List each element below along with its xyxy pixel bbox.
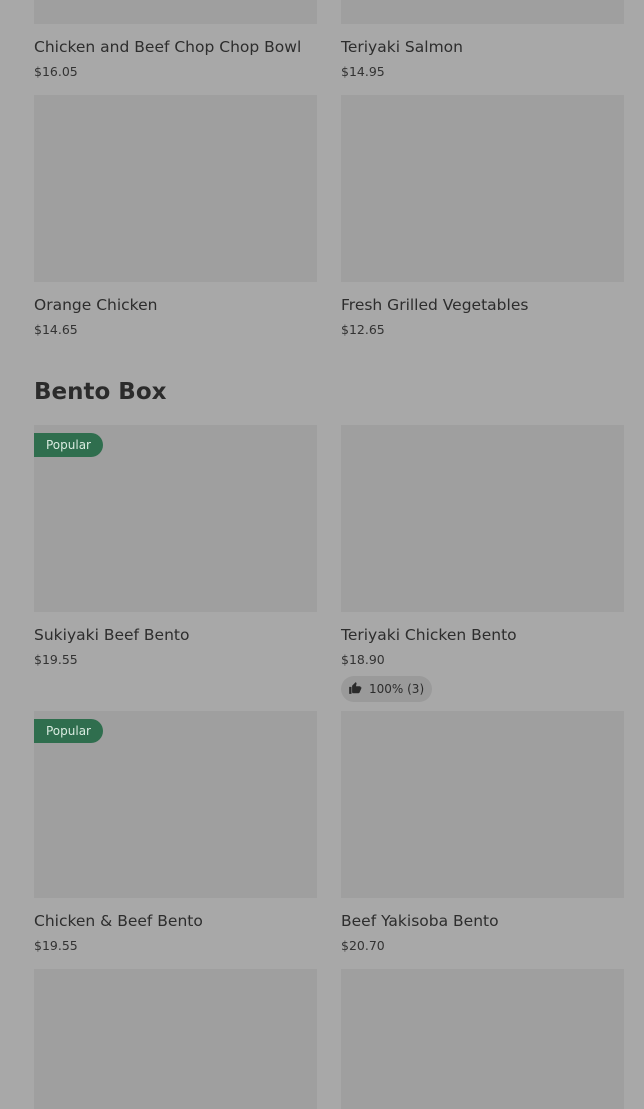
- item-price: $20.70: [341, 938, 385, 953]
- popular-badge: Popular: [34, 719, 103, 743]
- menu-page: Chicken and Beef Chop Chop Bowl $16.05 T…: [0, 0, 644, 1109]
- item-price: $14.95: [341, 64, 385, 79]
- item-thumbnail[interactable]: [341, 711, 624, 898]
- item-price: $19.55: [34, 652, 78, 667]
- thumbs-up-icon: [348, 681, 369, 698]
- item-thumbnail[interactable]: [341, 969, 624, 1109]
- popular-badge: Popular: [34, 433, 103, 457]
- item-title: Chicken and Beef Chop Chop Bowl: [34, 38, 302, 56]
- item-thumbnail[interactable]: [341, 425, 624, 612]
- item-title: Fresh Grilled Vegetables: [341, 296, 529, 314]
- item-title: Teriyaki Salmon: [341, 38, 463, 56]
- item-thumbnail[interactable]: [341, 0, 624, 24]
- item-title: Chicken & Beef Bento: [34, 912, 203, 930]
- item-title: Sukiyaki Beef Bento: [34, 626, 190, 644]
- item-thumbnail[interactable]: [34, 0, 317, 24]
- rating-pill: 100% (3): [341, 676, 433, 702]
- item-title: Beef Yakisoba Bento: [341, 912, 499, 930]
- item-price: $19.55: [34, 938, 78, 953]
- item-price: $14.65: [34, 322, 78, 337]
- item-thumbnail[interactable]: [341, 95, 624, 282]
- item-title: Orange Chicken: [34, 296, 158, 314]
- item-thumbnail[interactable]: [34, 95, 317, 282]
- item-price: $18.90: [341, 652, 385, 667]
- item-price: $12.65: [341, 322, 385, 337]
- item-title: Teriyaki Chicken Bento: [341, 626, 517, 644]
- item-thumbnail[interactable]: [34, 969, 317, 1109]
- section-title-bento-box: Bento Box: [34, 379, 167, 405]
- rating-text: 100% (3): [369, 682, 425, 696]
- item-price: $16.05: [34, 64, 78, 79]
